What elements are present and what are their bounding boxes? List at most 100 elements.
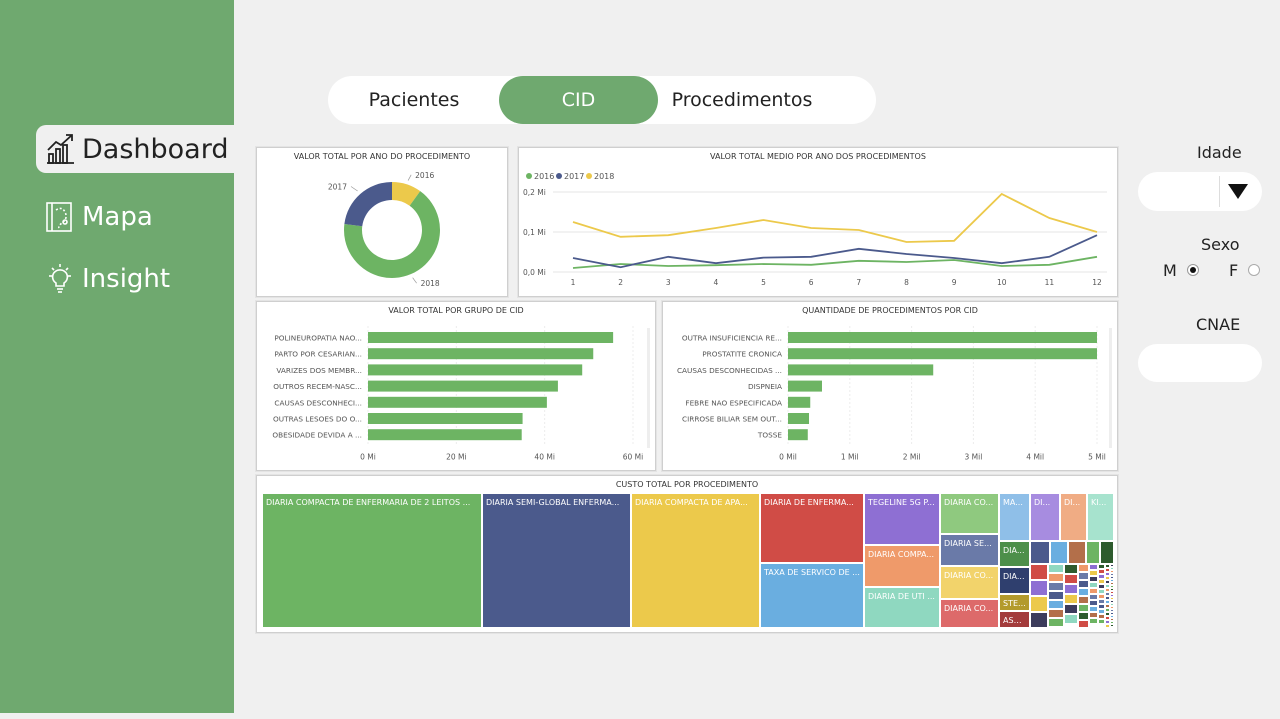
treemap-cell-small[interactable]: [1078, 612, 1089, 620]
legend-label: 2016: [534, 172, 554, 181]
treemap-cell[interactable]: DIARIA CO...: [940, 493, 999, 534]
tab-pacientes[interactable]: Pacientes: [328, 76, 500, 124]
chart-title: CUSTO TOTAL POR PROCEDIMENTO: [615, 480, 759, 489]
sexo-option-m-label: M: [1163, 261, 1177, 280]
category-label: OUTROS RECEM-NASC...: [273, 382, 362, 391]
treemap-cell-small[interactable]: [1078, 620, 1089, 628]
treemap-cell-small[interactable]: [1078, 604, 1089, 612]
legend-marker: [556, 173, 562, 179]
donut-label: 2017: [328, 182, 347, 191]
bar: [788, 348, 1097, 360]
treemap-cell-small[interactable]: [1064, 604, 1078, 614]
treemap-cell[interactable]: DIARIA COMPACTA DE APA...: [631, 493, 760, 628]
treemap-cell-small[interactable]: [1078, 588, 1089, 596]
tab-procedimentos[interactable]: Procedimentos: [658, 76, 826, 124]
treemap-cell-small[interactable]: [1110, 624, 1114, 627]
treemap-cell-small[interactable]: [1078, 564, 1089, 572]
treemap-cell-small[interactable]: [1078, 596, 1089, 604]
treemap-cell-small[interactable]: [1089, 618, 1098, 624]
treemap-cell-small[interactable]: [1030, 612, 1048, 628]
treemap-cell[interactable]: DIARIA COMPA...: [864, 545, 940, 587]
treemap-cell-small[interactable]: [1064, 594, 1078, 604]
treemap-cell-small[interactable]: [1030, 564, 1048, 580]
treemap-cell-small[interactable]: [1048, 573, 1064, 582]
bar: [368, 332, 614, 343]
x-tick-label: 9: [952, 278, 957, 287]
x-tick-label: 10: [997, 278, 1007, 287]
treemap-cell-small[interactable]: [1050, 541, 1068, 564]
treemap-cell[interactable]: DI...: [1060, 493, 1087, 541]
treemap-cell[interactable]: ASS...: [999, 611, 1030, 628]
treemap-cell-small[interactable]: [1064, 584, 1078, 594]
treemap-cell-small[interactable]: [1068, 541, 1086, 564]
sidebar-item-dashboard[interactable]: Dashboard: [36, 125, 234, 173]
treemap-cell-small[interactable]: [1064, 614, 1078, 624]
treemap-cell[interactable]: DIARIA SEMI-GLOBAL ENFERMA...: [482, 493, 631, 628]
treemap-cell[interactable]: STE...: [999, 594, 1030, 611]
chart-up-icon: [44, 132, 76, 166]
idade-dropdown[interactable]: [1138, 172, 1262, 211]
treemap-cell-small[interactable]: [1030, 596, 1048, 612]
x-tick-label: 4: [714, 278, 719, 287]
x-tick-label: 12: [1092, 278, 1102, 287]
series-line-2018: [572, 192, 1098, 243]
treemap-cell-small[interactable]: [1030, 580, 1048, 596]
treemap-cell-small[interactable]: [1098, 619, 1105, 624]
sidebar: Dashboard Mapa Insight: [0, 0, 234, 713]
sexo-label: Sexo: [1201, 235, 1240, 254]
treemap-cell[interactable]: DIA...: [999, 541, 1030, 567]
treemap-cell[interactable]: MA...: [999, 493, 1030, 541]
treemap-cell[interactable]: DIARIA DE UTI ...: [864, 587, 940, 628]
x-tick-label: 3: [666, 278, 671, 287]
treemap-cell-small[interactable]: [1078, 572, 1089, 580]
treemap-cell-small[interactable]: [1048, 609, 1064, 618]
bar: [788, 364, 934, 376]
donut-chart-panel: VALOR TOTAL POR ANO DO PROCEDIMENTO 2016…: [256, 147, 508, 297]
treemap-cell-small[interactable]: [1078, 580, 1089, 588]
cnae-input[interactable]: [1138, 344, 1262, 382]
treemap-cell-small[interactable]: [1086, 541, 1100, 564]
category-label: OBESIDADE DEVIDA A ...: [272, 431, 362, 440]
treemap-cell[interactable]: DIARIA CO...: [940, 599, 999, 628]
treemap-cell-small[interactable]: [1048, 600, 1064, 609]
x-tick-label: 0 Mil: [779, 452, 797, 461]
treemap-cell[interactable]: DIA...: [999, 567, 1030, 594]
bar: [368, 380, 558, 392]
treemap-cell-small[interactable]: [1064, 564, 1078, 574]
map-icon: [44, 200, 76, 234]
legend-marker: [526, 173, 532, 179]
treemap-cell[interactable]: TAXA DE SERVICO DE ...: [760, 563, 864, 628]
treemap-cell-small[interactable]: [1048, 591, 1064, 600]
treemap-cell[interactable]: DIARIA SE...: [940, 534, 999, 566]
sexo-m-radio[interactable]: [1187, 264, 1199, 276]
treemap-cell-small[interactable]: [1030, 541, 1050, 564]
sidebar-item-mapa[interactable]: Mapa: [44, 200, 153, 234]
chevron-down-icon[interactable]: [1228, 184, 1248, 199]
x-tick-label: 4 Mil: [1026, 452, 1044, 461]
treemap-cell-small[interactable]: [1100, 541, 1114, 564]
treemap-cell[interactable]: DI...: [1030, 493, 1060, 541]
tab-cid[interactable]: CID: [499, 76, 658, 124]
treemap-cell[interactable]: DIARIA CO...: [940, 566, 999, 599]
bar: [368, 413, 523, 424]
treemap-cell-small[interactable]: [1048, 582, 1064, 591]
treemap-cell[interactable]: KI...: [1087, 493, 1114, 541]
treemap-cell-small[interactable]: [1048, 618, 1064, 627]
treemap-cell-small[interactable]: [1064, 574, 1078, 584]
category-label: POLINEUROPATIA NAO...: [274, 334, 362, 343]
treemap-cell[interactable]: TEGELINE 5G P...: [864, 493, 940, 545]
treemap-cell[interactable]: DIARIA COMPACTA DE ENFERMARIA DE 2 LEITO…: [262, 493, 482, 628]
donut-leader-line: [350, 186, 358, 192]
category-label: CAUSAS DESCONHECIDAS ...: [677, 366, 782, 375]
sidebar-item-label: Dashboard: [82, 133, 229, 165]
tab-bar: Pacientes CID Procedimentos: [328, 76, 876, 124]
donut-chart: 2016 2018 2017: [328, 171, 440, 288]
x-tick-label: 11: [1045, 278, 1055, 287]
sexo-f-radio[interactable]: [1248, 264, 1260, 276]
bar: [788, 380, 822, 392]
sidebar-item-insight[interactable]: Insight: [44, 262, 170, 296]
legend-label: 2017: [564, 172, 584, 181]
treemap-cell[interactable]: DIARIA DE ENFERMA...: [760, 493, 864, 563]
treemap-cell-small[interactable]: [1048, 564, 1064, 573]
x-tick-label: 0 Mi: [360, 452, 376, 461]
